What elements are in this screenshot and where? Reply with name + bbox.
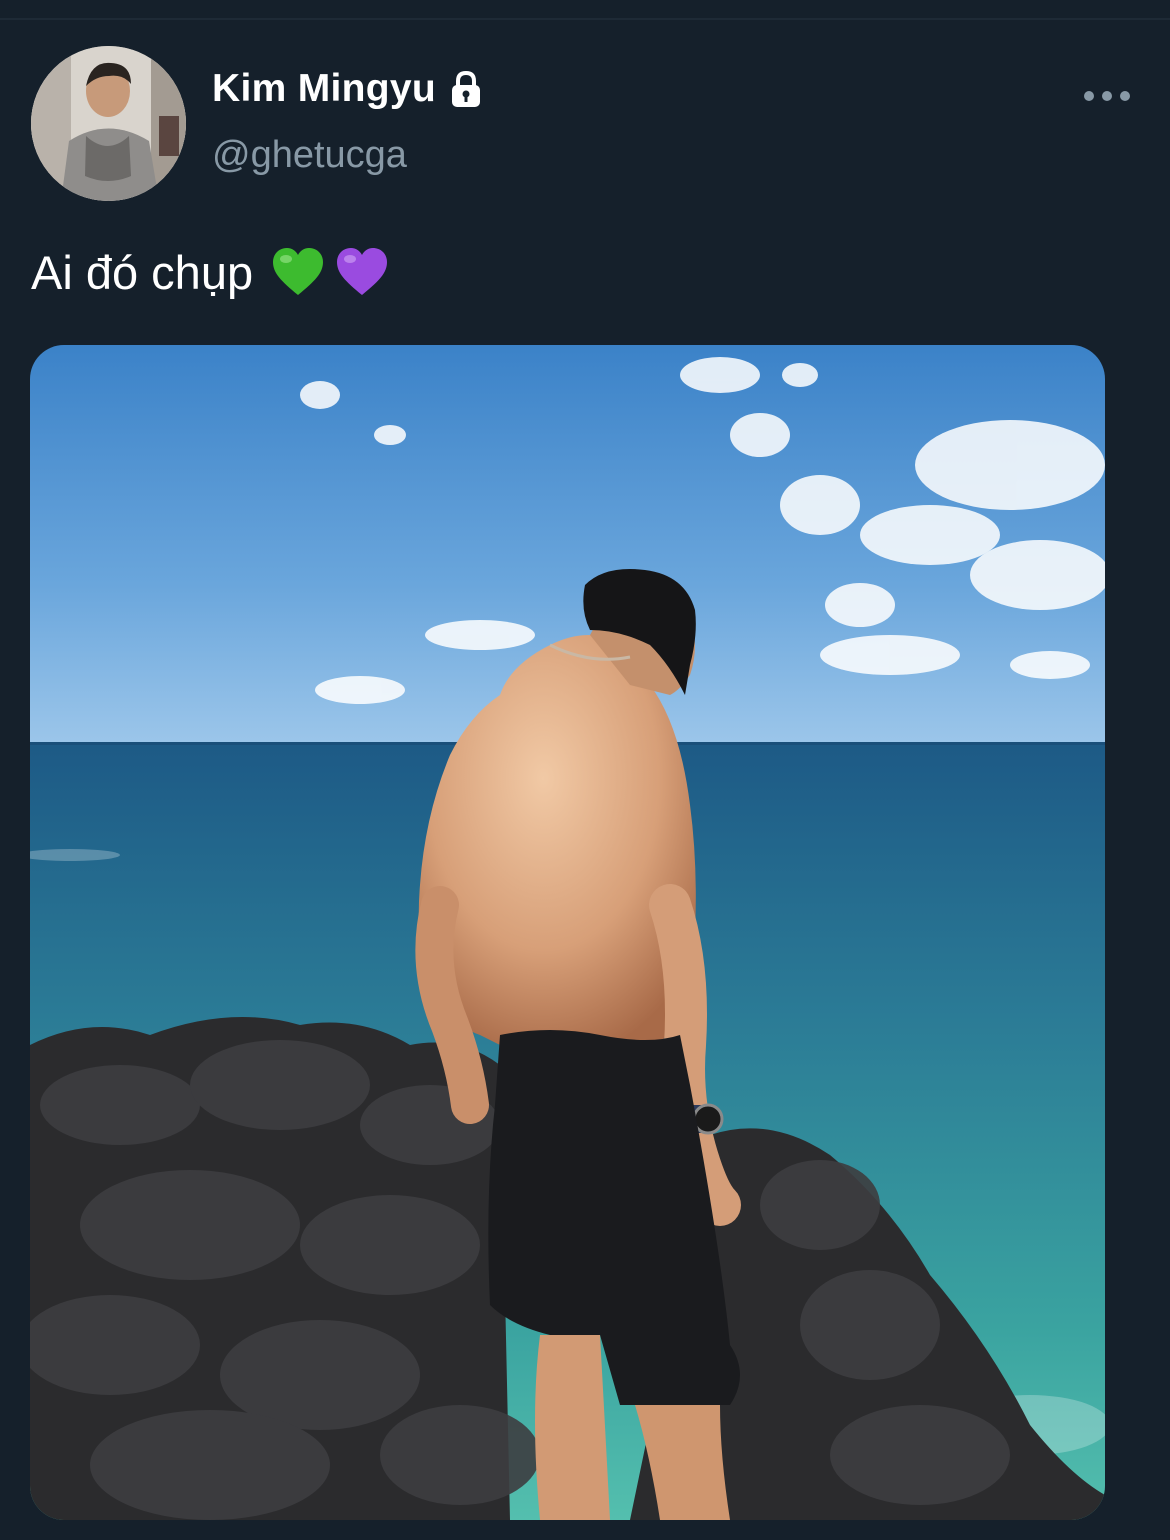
- avatar[interactable]: [31, 46, 186, 201]
- more-horizontal-icon: [1084, 91, 1094, 101]
- lock-icon: [446, 69, 486, 109]
- tweet-text-row: Ai đó chụp: [31, 240, 389, 304]
- tweet-screen: Kim Mingyu @ghetucga Ai đó chụp: [0, 0, 1170, 1540]
- more-horizontal-icon: [1102, 91, 1112, 101]
- author-handle[interactable]: @ghetucga: [212, 134, 407, 177]
- green-heart-icon: [271, 247, 325, 297]
- author-name-row[interactable]: Kim Mingyu: [212, 66, 486, 112]
- more-horizontal-icon: [1120, 91, 1130, 101]
- more-options-button[interactable]: [1084, 80, 1130, 112]
- photo: [30, 345, 1105, 1520]
- divider: [0, 18, 1170, 20]
- display-name[interactable]: Kim Mingyu: [212, 67, 436, 111]
- tweet-text: Ai đó chụp: [31, 245, 254, 299]
- tweet-photo[interactable]: [30, 345, 1105, 1520]
- purple-heart-icon: [335, 247, 389, 297]
